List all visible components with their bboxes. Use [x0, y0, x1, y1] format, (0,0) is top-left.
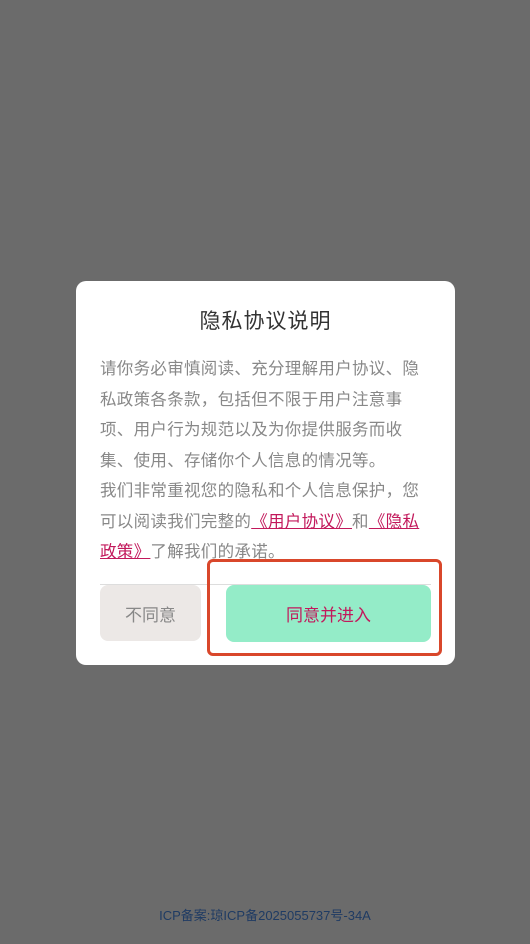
dialog-title: 隐私协议说明 — [199, 309, 332, 333]
privacy-paragraph-2: 我们非常重视您的隐私和个人信息保护，您可以阅读我们完整的《用户协议》和《隐私政策… — [100, 476, 435, 568]
dialog-body: 请你务必审慎阅读、充分理解用户协议、隐私政策各条款，包括但不限于用户注意事项、用… — [100, 354, 435, 568]
user-agreement-link[interactable]: 《用户协议》 — [251, 512, 352, 531]
agree-and-enter-button[interactable]: 同意并进入 — [226, 585, 431, 642]
privacy-paragraph-1: 请你务必审慎阅读、充分理解用户协议、隐私政策各条款，包括但不限于用户注意事项、用… — [100, 359, 420, 470]
screen-root: { "dialog": { "title": "隐私协议说明", "paragr… — [0, 0, 530, 944]
and-text: 和 — [352, 511, 369, 531]
disagree-button[interactable]: 不同意 — [100, 585, 201, 641]
privacy-dialog: 隐私协议说明 请你务必审慎阅读、充分理解用户协议、隐私政策各条款，包括但不限于用… — [76, 281, 455, 665]
icp-footer[interactable]: ICP备案:琼ICP备2025055737号-34A — [0, 905, 530, 924]
paragraph-2-suffix: 了解我们的承诺。 — [150, 542, 285, 561]
